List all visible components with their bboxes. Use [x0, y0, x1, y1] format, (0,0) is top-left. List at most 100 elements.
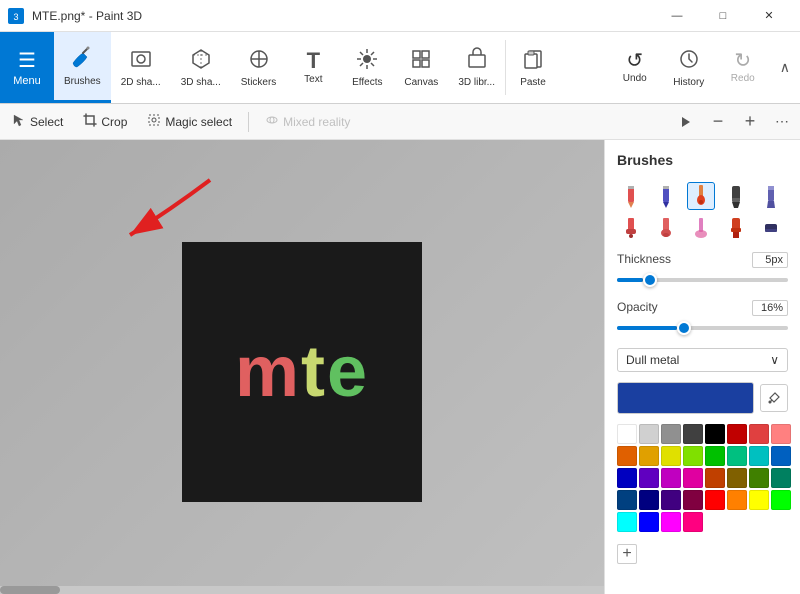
color-cell[interactable]	[771, 446, 791, 466]
magic-select-tool[interactable]: Magic select	[139, 108, 240, 136]
ribbon-undo[interactable]: ↺ Undo	[608, 32, 662, 103]
minimize-button[interactable]: —	[654, 0, 700, 32]
color-cell[interactable]	[683, 424, 703, 444]
close-button[interactable]: ✕	[746, 0, 792, 32]
brush-watercolor[interactable]	[687, 214, 715, 242]
color-cell[interactable]	[749, 424, 769, 444]
crop-tool[interactable]: Crop	[75, 108, 135, 136]
redo-label: Redo	[731, 73, 755, 84]
color-cell[interactable]	[683, 468, 703, 488]
maximize-button[interactable]: □	[700, 0, 746, 32]
mixed-reality-tool[interactable]: Mixed reality	[257, 108, 358, 136]
more-options-button[interactable]: ⋯	[768, 108, 796, 136]
color-cell[interactable]	[749, 446, 769, 466]
opacity-row: Opacity 16%	[617, 300, 788, 316]
brush-spray[interactable]	[722, 214, 750, 242]
play-button[interactable]	[672, 108, 700, 136]
ribbon-history[interactable]: History	[662, 32, 716, 103]
thickness-section: Thickness 5px	[617, 252, 788, 290]
color-cell[interactable]	[683, 446, 703, 466]
ribbon-brushes[interactable]: Brushes	[54, 32, 111, 103]
canvas-area[interactable]: mte	[0, 140, 604, 594]
canvas-scrollbar-thumb[interactable]	[0, 586, 60, 594]
tool-separator	[248, 112, 249, 132]
2dshapes-icon	[129, 47, 153, 75]
color-cell[interactable]	[727, 446, 747, 466]
color-cell[interactable]	[639, 490, 659, 510]
color-cell[interactable]	[683, 490, 703, 510]
ribbon-canvas[interactable]: Canvas	[394, 32, 448, 103]
menu-button[interactable]: ☰ Menu	[0, 32, 54, 103]
color-cell[interactable]	[727, 490, 747, 510]
brush-pen[interactable]	[652, 182, 680, 210]
color-cell[interactable]	[639, 512, 659, 532]
thickness-value[interactable]: 5px	[752, 252, 788, 268]
brush-eraser[interactable]	[757, 214, 785, 242]
color-cell[interactable]	[661, 490, 681, 510]
color-cell[interactable]	[617, 490, 637, 510]
color-cell[interactable]	[727, 468, 747, 488]
select-tool[interactable]: Select	[4, 108, 71, 136]
ribbon-effects[interactable]: Effects	[340, 32, 394, 103]
eyedropper-button[interactable]	[760, 384, 788, 412]
canvas-scrollbar[interactable]	[0, 586, 604, 594]
thickness-slider[interactable]	[617, 270, 788, 290]
color-cell[interactable]	[617, 446, 637, 466]
color-cell[interactable]	[727, 424, 747, 444]
brush-marker[interactable]	[722, 182, 750, 210]
color-cell[interactable]	[639, 424, 659, 444]
text-icon: T	[307, 50, 320, 72]
ribbon-expand[interactable]: ∧	[770, 32, 800, 103]
color-cell[interactable]	[749, 468, 769, 488]
color-cell[interactable]	[661, 424, 681, 444]
app-icon: 3	[8, 8, 24, 24]
opacity-slider[interactable]	[617, 318, 788, 338]
color-cell[interactable]	[771, 490, 791, 510]
ribbon-3dlib[interactable]: 3D libr...	[448, 32, 505, 103]
color-cell[interactable]	[705, 468, 725, 488]
zoom-in-button[interactable]: +	[736, 108, 764, 136]
add-color-button[interactable]: +	[617, 544, 637, 564]
svg-text:3: 3	[13, 12, 18, 22]
canvas-text: mte	[235, 331, 369, 413]
color-cell[interactable]	[771, 424, 791, 444]
brush-pencil[interactable]	[617, 182, 645, 210]
color-cell[interactable]	[661, 512, 681, 532]
color-cell[interactable]	[639, 468, 659, 488]
brush-airbrush[interactable]	[617, 214, 645, 242]
ribbon-right: ↺ Undo History ↻ Redo ∧	[608, 32, 800, 103]
zoom-out-button[interactable]: −	[704, 108, 732, 136]
color-cell[interactable]	[683, 512, 703, 532]
brush-calligraphy[interactable]	[757, 182, 785, 210]
color-cell[interactable]	[661, 468, 681, 488]
color-cell[interactable]	[617, 424, 637, 444]
color-cell[interactable]	[617, 512, 637, 532]
brush-paintbrush[interactable]	[687, 182, 715, 210]
color-cell[interactable]	[705, 490, 725, 510]
ribbon-2dshapes[interactable]: 2D sha...	[111, 32, 171, 103]
ribbon-text[interactable]: T Text	[286, 32, 340, 103]
ribbon-stickers[interactable]: Stickers	[231, 32, 287, 103]
title-bar-text: MTE.png* - Paint 3D	[32, 9, 142, 23]
opacity-thumb[interactable]	[677, 321, 691, 335]
thickness-thumb[interactable]	[643, 273, 657, 287]
color-cell[interactable]	[705, 424, 725, 444]
text-label: Text	[304, 74, 322, 85]
brush-oil[interactable]	[652, 214, 680, 242]
effects-label: Effects	[352, 77, 382, 88]
color-cell[interactable]	[661, 446, 681, 466]
color-cell[interactable]	[705, 446, 725, 466]
color-cell[interactable]	[771, 468, 791, 488]
ribbon-paste[interactable]: Paste	[506, 32, 560, 103]
material-dropdown[interactable]: Dull metal ∨	[617, 348, 788, 372]
color-cell[interactable]	[639, 446, 659, 466]
color-cell[interactable]	[749, 490, 769, 510]
opacity-value[interactable]: 16%	[752, 300, 788, 316]
thickness-label: Thickness	[617, 252, 671, 266]
current-color-swatch[interactable]	[617, 382, 754, 414]
color-cell[interactable]	[617, 468, 637, 488]
ribbon-3dshapes[interactable]: 3D sha...	[171, 32, 231, 103]
thickness-track	[617, 278, 788, 282]
mixed-reality-icon	[265, 113, 279, 130]
ribbon-redo[interactable]: ↻ Redo	[716, 32, 770, 103]
